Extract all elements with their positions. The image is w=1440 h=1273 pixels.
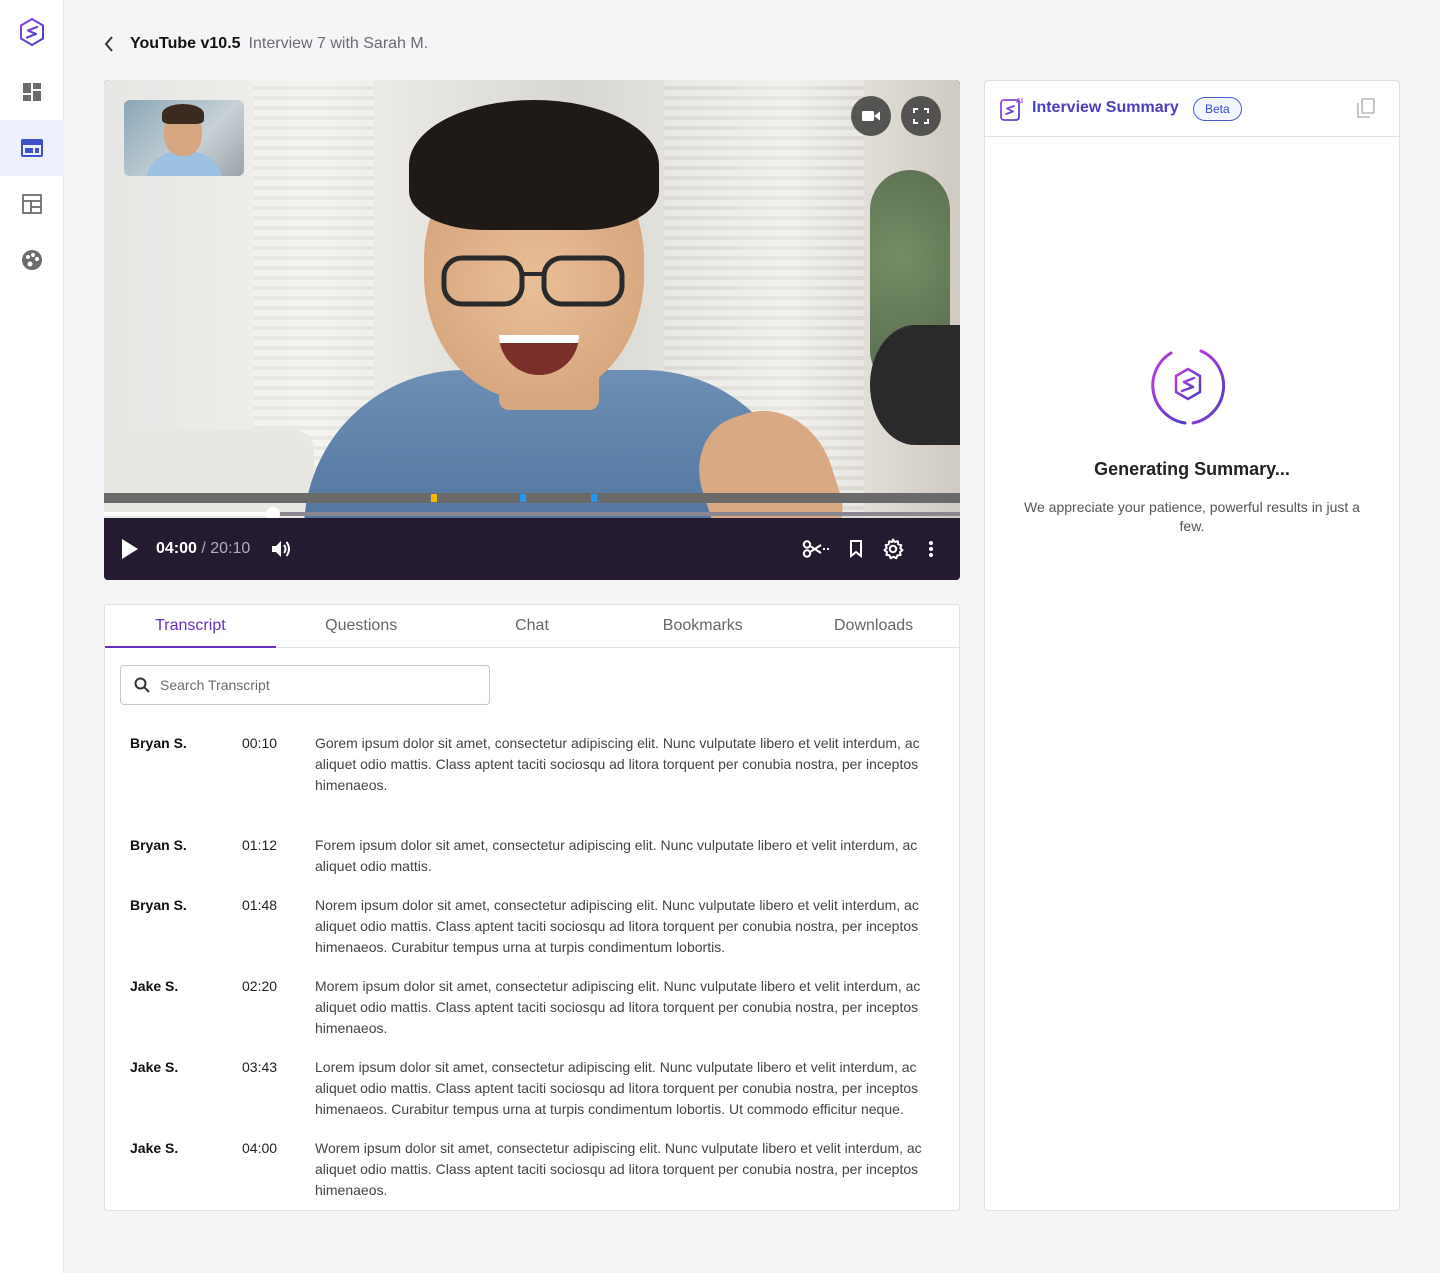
tab-downloads[interactable]: Downloads	[788, 605, 959, 647]
more-vertical-icon	[929, 541, 933, 557]
tab-questions[interactable]: Questions	[276, 605, 447, 647]
copy-icon	[1357, 98, 1375, 118]
transcript-text: Norem ipsum dolor sit amet, consectetur …	[315, 897, 919, 955]
video-player[interactable]: 04:00 / 20:10	[104, 80, 960, 580]
ai-badge: AI	[1016, 98, 1023, 105]
transcript-timestamp[interactable]: 00:10	[242, 735, 277, 751]
table-icon	[22, 194, 42, 214]
bookmark-button[interactable]	[842, 537, 870, 561]
breadcrumb: YouTube v10.5 Interview 7 with Sarah M.	[104, 30, 428, 58]
pip-video[interactable]	[124, 100, 244, 176]
sidebar	[0, 0, 64, 1273]
duration: 20:10	[210, 540, 251, 557]
scissors-icon	[802, 540, 829, 558]
glasses	[441, 255, 625, 307]
transcript-speaker: Jake S.	[130, 978, 179, 994]
sidebar-item-themes[interactable]	[0, 232, 64, 288]
transcript-timestamp[interactable]: 01:12	[242, 837, 277, 853]
dashboard-icon	[23, 83, 41, 101]
time-separator: /	[196, 540, 211, 557]
transcript-timestamp[interactable]: 03:43	[242, 1059, 277, 1075]
search-icon	[134, 677, 150, 693]
transcript-text: Lorem ipsum dolor sit amet, consectetur …	[315, 1059, 919, 1117]
timeline-marker[interactable]	[431, 494, 438, 502]
generating-message: We appreciate your patience, powerful re…	[1024, 499, 1360, 534]
transcript-speaker: Bryan S.	[130, 837, 187, 853]
current-time: 04:00	[156, 540, 197, 557]
sofa	[104, 430, 314, 518]
fullscreen-button[interactable]	[901, 96, 941, 136]
transcript-speaker: Jake S.	[130, 1140, 179, 1156]
transcript-speaker: Bryan S.	[130, 735, 187, 751]
palette-icon	[22, 250, 42, 270]
fullscreen-icon	[913, 108, 929, 124]
sidebar-item-dashboard[interactable]	[0, 64, 64, 120]
gear-icon	[883, 538, 904, 560]
volume-icon	[272, 541, 290, 557]
pip-hair	[162, 104, 204, 124]
copy-button[interactable]	[1357, 98, 1377, 120]
bookmark-icon	[850, 540, 862, 558]
transcript-timestamp[interactable]: 02:20	[242, 978, 277, 994]
app-logo-icon[interactable]	[16, 16, 48, 48]
page-title: YouTube v10.5	[130, 35, 241, 52]
camera-toggle-button[interactable]	[851, 96, 891, 136]
transcript-speaker: Bryan S.	[130, 897, 187, 913]
timeline-marker[interactable]	[590, 494, 597, 502]
tab-transcript[interactable]: Transcript	[105, 605, 276, 648]
transcript-text: Gorem ipsum dolor sit amet, consectetur …	[315, 735, 920, 793]
page-subtitle: Interview 7 with Sarah M.	[248, 35, 429, 52]
transcript-speaker: Jake S.	[130, 1059, 179, 1075]
timeline-marker[interactable]	[520, 494, 527, 502]
transcript-timestamp[interactable]: 01:48	[242, 897, 277, 913]
summary-title: Interview Summary	[1032, 99, 1179, 116]
clip-button[interactable]	[801, 537, 831, 561]
search-input[interactable]	[160, 677, 460, 693]
more-options-button[interactable]	[917, 537, 945, 561]
layout-icon	[21, 139, 43, 157]
transcript-panel: Transcript Questions Chat Bookmarks Down…	[104, 604, 960, 1211]
loading-spinner-icon	[1145, 347, 1233, 427]
progress-fill	[104, 512, 274, 516]
tab-bookmarks[interactable]: Bookmarks	[617, 605, 788, 647]
summary-header: AI Interview Summary Beta	[985, 81, 1399, 137]
speaker	[870, 325, 960, 445]
transcript-text: Morem ipsum dolor sit amet, consectetur …	[315, 978, 921, 1036]
person-hair	[409, 100, 659, 230]
chevron-left-icon	[104, 36, 113, 52]
search-box	[120, 665, 490, 705]
back-button[interactable]	[104, 31, 122, 57]
beta-badge: Beta	[1193, 97, 1242, 121]
tab-chat[interactable]: Chat	[447, 605, 618, 647]
video-frame[interactable]	[104, 80, 960, 518]
transcript-text: Worem ipsum dolor sit amet, consectetur …	[315, 1140, 922, 1198]
transcript-text: Forem ipsum dolor sit amet, consectetur …	[315, 837, 918, 874]
progress-bar[interactable]	[104, 507, 960, 521]
bookmark-timeline[interactable]	[104, 493, 960, 503]
control-bar: 04:00 / 20:10	[104, 518, 960, 580]
sidebar-item-reports[interactable]	[0, 176, 64, 232]
transcript-timestamp[interactable]: 04:00	[242, 1140, 277, 1156]
play-icon	[122, 539, 138, 559]
tab-bar: Transcript Questions Chat Bookmarks Down…	[105, 605, 959, 648]
generating-title: Generating Summary...	[1094, 459, 1290, 479]
video-camera-icon	[862, 111, 880, 121]
ai-summary-icon: AI	[999, 96, 1025, 122]
play-button[interactable]	[120, 537, 142, 561]
summary-panel: AI Interview Summary Beta Generating Sum…	[984, 80, 1400, 1211]
sidebar-item-interviews[interactable]	[0, 120, 64, 176]
volume-button[interactable]	[270, 538, 292, 560]
settings-button[interactable]	[879, 537, 907, 561]
time-display: 04:00 / 20:10	[156, 540, 250, 558]
